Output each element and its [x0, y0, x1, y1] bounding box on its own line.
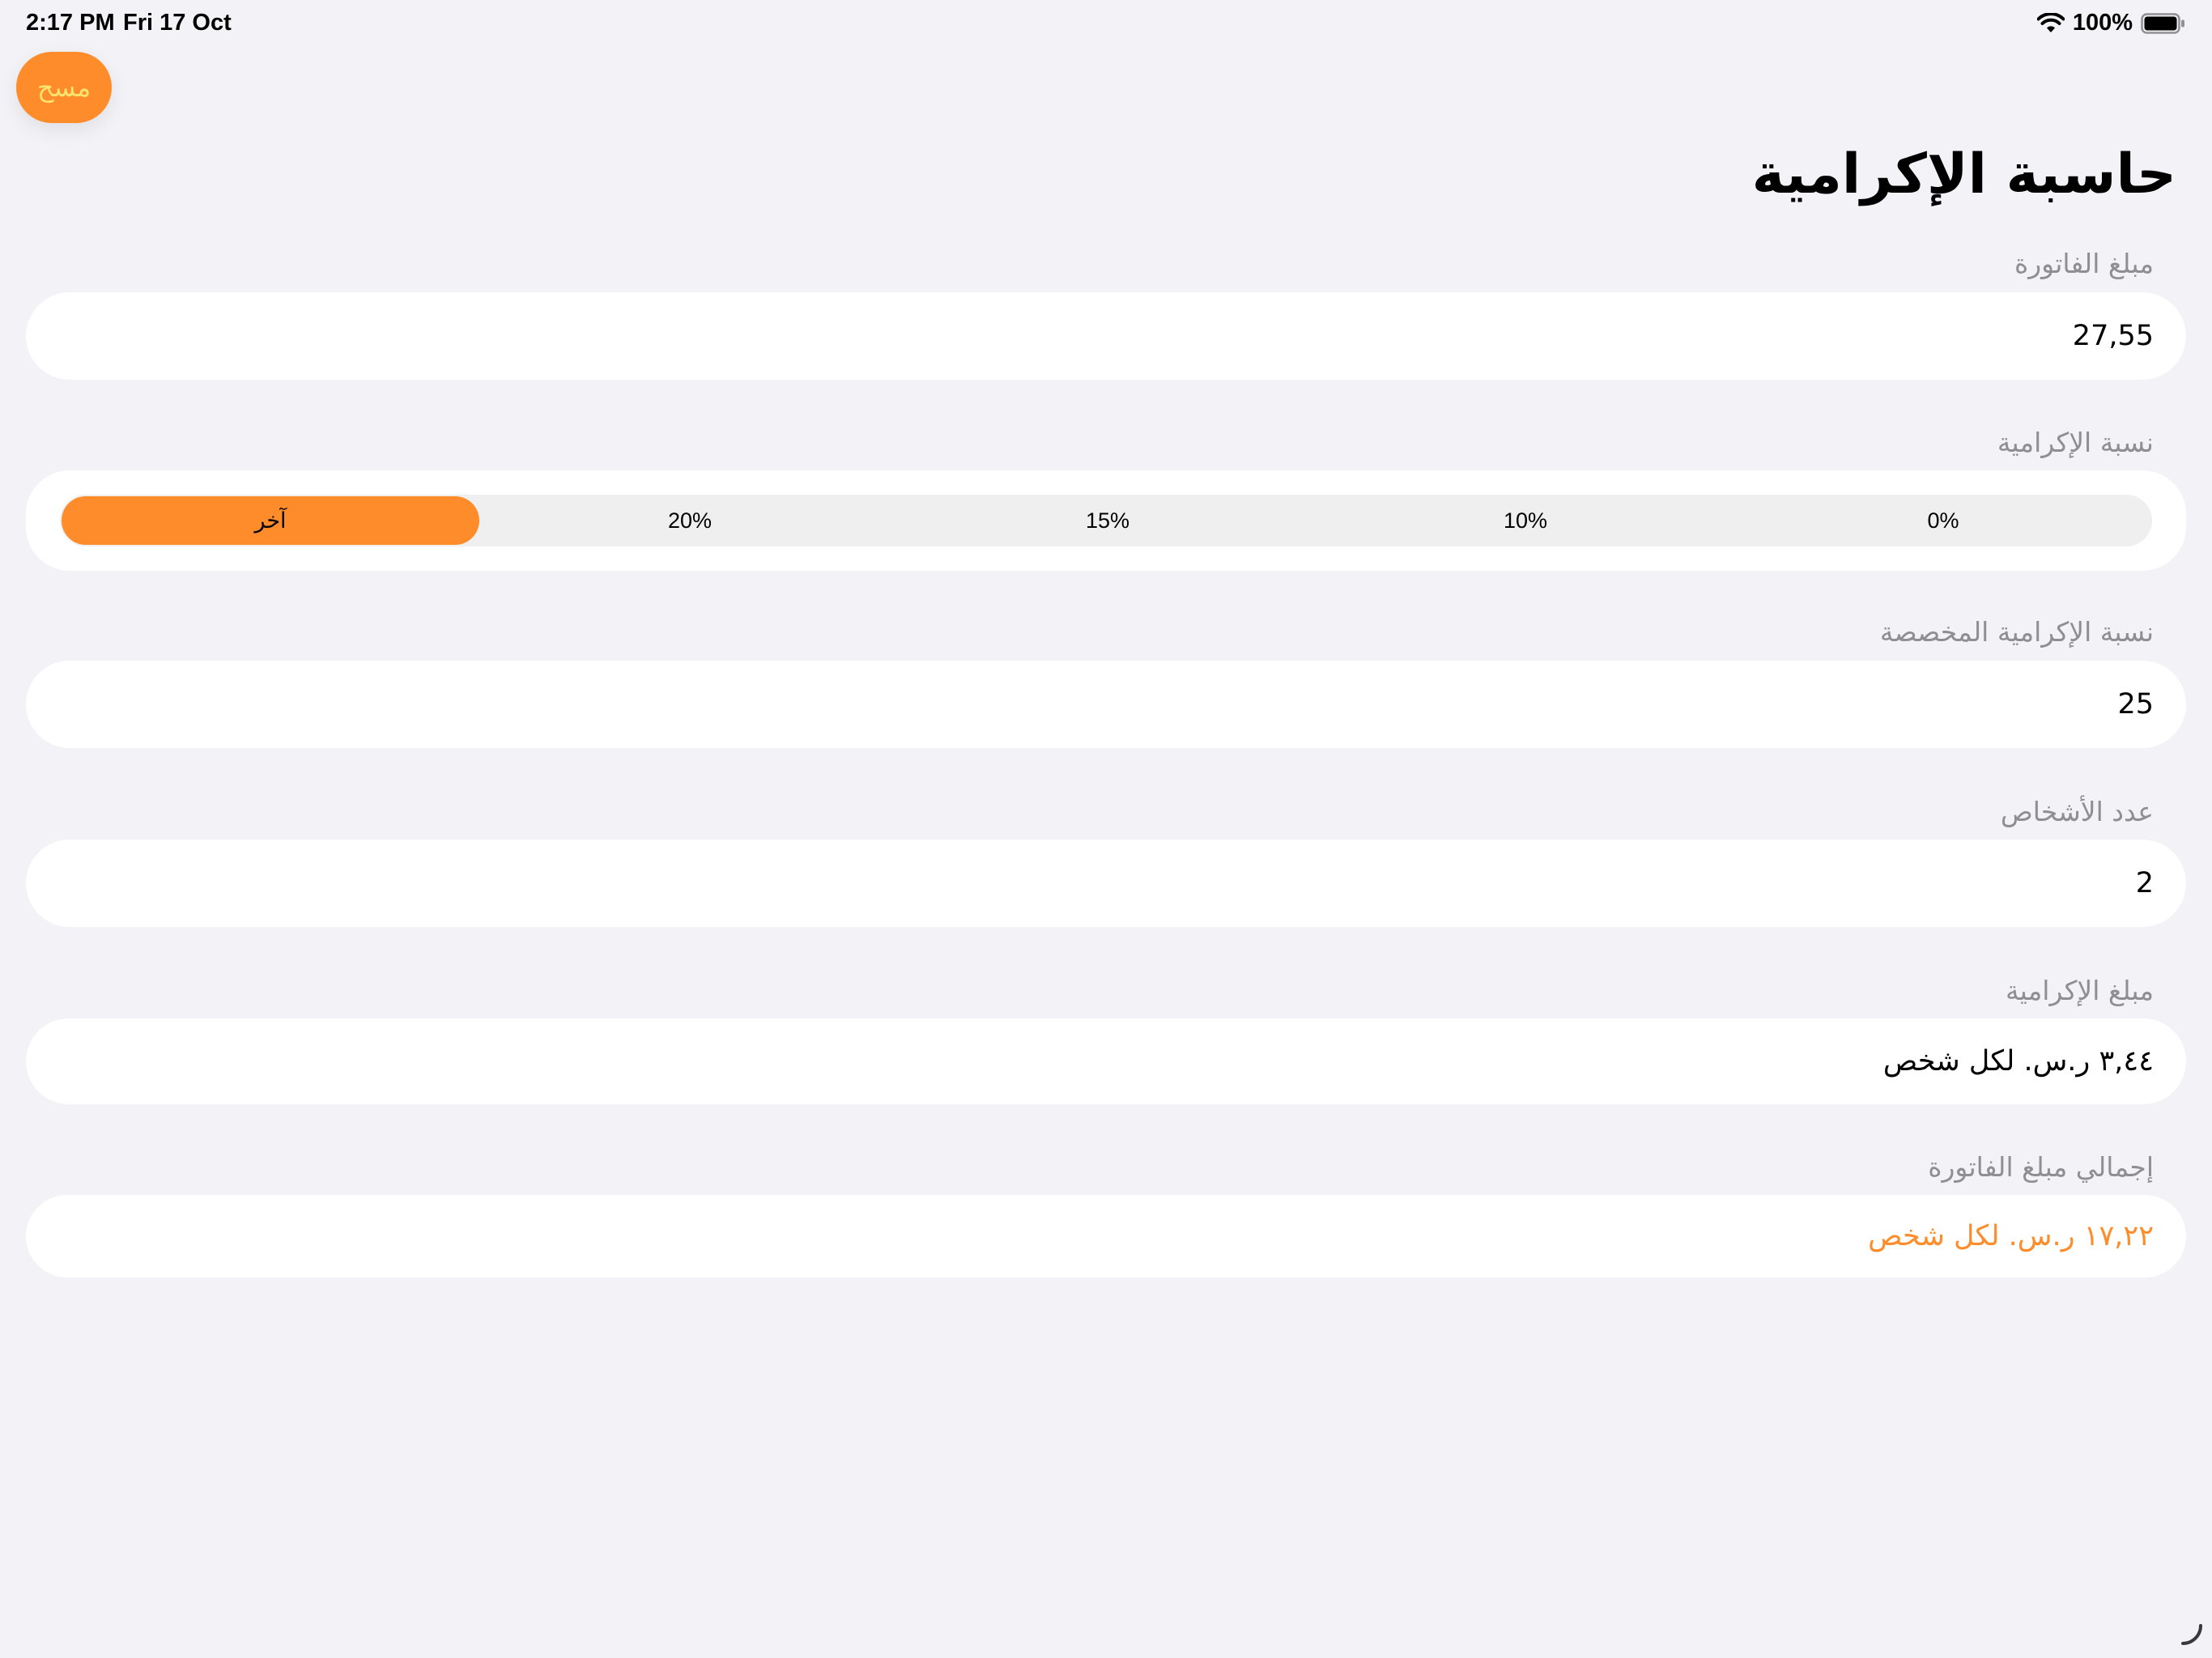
bill-amount-value: 27,55	[2072, 320, 2154, 352]
battery-icon	[2141, 12, 2186, 34]
tip-option-15[interactable]: 15%	[899, 495, 1317, 546]
bill-amount-label: مبلغ الفاتورة	[2014, 248, 2154, 279]
status-time: 2:17 PM	[26, 10, 115, 36]
status-right: 100%	[2036, 10, 2186, 36]
total-value: ١٧,٢٢ ر.س. لكل شخص	[1868, 1220, 2154, 1252]
tip-amount-value: ٣,٤٤ ر.س. لكل شخص	[1882, 1045, 2154, 1078]
status-date: Fri 17 Oct	[123, 10, 232, 36]
people-count-field[interactable]: 2	[26, 840, 2186, 927]
tip-calculator-screen: 2:17 PM Fri 17 Oct 100% مسح حاسبة الإكرا…	[0, 0, 2212, 1658]
bill-amount-field[interactable]: 27,55	[26, 292, 2186, 380]
tip-amount-label: مبلغ الإكرامية	[2005, 975, 2154, 1006]
tip-option-other[interactable]: آخر	[62, 496, 479, 545]
custom-tip-value: 25	[2117, 688, 2154, 721]
clear-button[interactable]: مسح	[16, 52, 112, 123]
total-card: ١٧,٢٢ ر.س. لكل شخص	[26, 1195, 2186, 1278]
people-count-value: 2	[2135, 867, 2154, 899]
tip-percent-segmented-control: 0% 10% 15% 20% آخر	[60, 495, 2152, 546]
status-bar: 2:17 PM Fri 17 Oct 100%	[0, 0, 2212, 52]
tip-option-0[interactable]: 0%	[1734, 495, 2152, 546]
people-count-label: عدد الأشخاص	[2000, 796, 2154, 827]
custom-tip-label: نسبة الإكرامية المخصصة	[1879, 616, 2154, 648]
resize-corner-icon	[2180, 1622, 2204, 1650]
tip-option-20[interactable]: 20%	[481, 495, 899, 546]
tip-option-10[interactable]: 10%	[1317, 495, 1734, 546]
tip-percent-label: نسبة الإكرامية	[1997, 427, 2154, 458]
tip-amount-card: ٣,٤٤ ر.س. لكل شخص	[26, 1018, 2186, 1104]
page-title: حاسبة الإكرامية	[1751, 142, 2176, 206]
custom-tip-field[interactable]: 25	[26, 661, 2186, 748]
tip-percent-card: 0% 10% 15% 20% آخر	[26, 470, 2186, 571]
wifi-icon	[2036, 12, 2065, 34]
total-label: إجمالي مبلغ الفاتورة	[1928, 1151, 2154, 1183]
battery-percent: 100%	[2072, 10, 2133, 36]
